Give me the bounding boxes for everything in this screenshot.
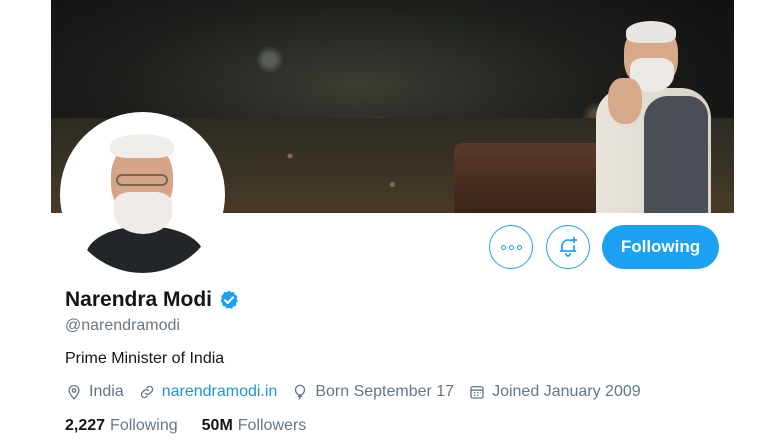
banner-stage [454,143,604,213]
followers-stat[interactable]: 50M Followers [202,417,307,435]
location-text: India [89,383,124,400]
verified-badge-icon [220,290,239,309]
more-options-button[interactable] [489,225,533,269]
calendar-icon [470,386,484,399]
notifications-button[interactable] [546,225,590,269]
profile-meta: India narendramodi.in Born September 17 [65,383,655,401]
banner-person [586,18,716,213]
following-stat[interactable]: 2,227 Following [65,417,178,435]
followers-label: Followers [237,417,307,434]
profile-page: Following Narendra Modi @narendramodi Pr… [0,0,784,441]
more-icon [500,244,522,250]
website-item: narendramodi.in [138,383,278,401]
birthday-text: Born September 17 [315,383,455,400]
link-icon [140,385,153,399]
followers-count: 50M [201,417,233,434]
bell-plus-icon [559,236,578,257]
balloon-icon [295,384,306,400]
following-button[interactable]: Following [602,225,719,269]
joined-text: Joined January 2009 [492,383,641,400]
following-label: Following [110,417,178,434]
profile-name-row: Narendra Modi [65,288,240,312]
profile-handle: @narendramodi [65,317,180,334]
birthday-item: Born September 17 [291,383,454,401]
following-count: 2,227 [65,417,106,434]
joined-item: Joined January 2009 [468,383,641,401]
profile-stats: 2,227 Following 50M Followers [65,417,330,435]
location-item: India [65,383,124,401]
profile-avatar[interactable] [60,112,225,277]
profile-name: Narendra Modi [65,288,213,311]
website-link[interactable]: narendramodi.in [162,383,278,401]
profile-bio: Prime Minister of India [65,350,225,367]
location-pin-icon [68,385,80,400]
